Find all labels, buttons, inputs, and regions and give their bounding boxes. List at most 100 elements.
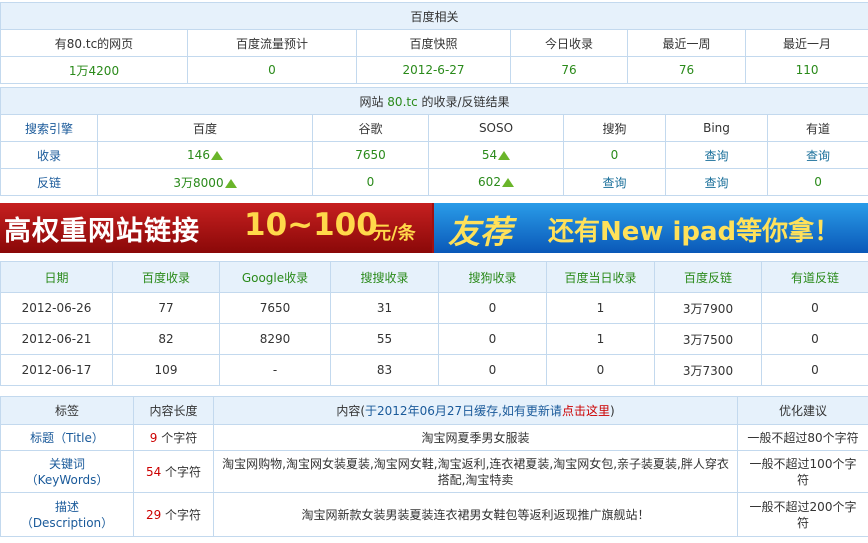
history-cell: 1 — [546, 292, 655, 324]
char-unit: 个字符 — [161, 464, 202, 479]
banner-price: 10~100 — [244, 207, 378, 243]
meta-content-title: 淘宝网夏季男女服装 — [213, 424, 738, 451]
google-index-cell: 7650 — [312, 141, 429, 169]
history-cell: 0 — [438, 292, 547, 324]
history-cell: 8290 — [219, 323, 331, 355]
table-row: 关键词（KeyWords） 54 个字符 淘宝网购物,淘宝网女装夏装,淘宝网女鞋… — [0, 450, 868, 493]
meta-length-value: 54 — [145, 464, 162, 479]
history-cell: 55 — [330, 323, 439, 355]
baidu-header: 百度流量预计 — [187, 29, 357, 57]
history-cell: 3万7300 — [654, 354, 762, 386]
baidu-value: 110 — [744, 56, 868, 84]
history-cell: 0 — [761, 354, 868, 386]
table-row: 2012-06-26 77 7650 31 0 1 3万7900 0 — [0, 292, 868, 324]
meta-header-content: 内容(于2012年06月27日缓存,如有更新请点击这里) — [213, 396, 738, 425]
meta-header-tag: 标签 — [0, 396, 134, 425]
baidu-header: 百度快照 — [356, 29, 511, 57]
history-header: 百度收录 — [112, 261, 220, 293]
baidu-index-cell: 146 — [97, 141, 313, 169]
engine-header: 百度 — [97, 114, 313, 142]
sogou-index-cell: 0 — [563, 141, 666, 169]
table-row: 标题（Title） 9 个字符 淘宝网夏季男女服装 一般不超过80个字符 — [0, 424, 868, 451]
history-header: 有道反链 — [761, 261, 868, 293]
banner-headline: 高权重网站链接 — [4, 216, 200, 247]
meta-advice-title: 一般不超过80个字符 — [737, 424, 868, 451]
char-unit: 个字符 — [161, 507, 202, 522]
arrow-up-icon — [210, 151, 223, 160]
history-cell: 2012-06-21 — [0, 323, 113, 355]
history-cell: 77 — [112, 292, 220, 324]
history-cell: 0 — [761, 323, 868, 355]
meta-tags-table: 标签 内容长度 内容(于2012年06月27日缓存,如有更新请点击这里) 优化建… — [0, 396, 868, 537]
google-backlink-cell: 0 — [312, 168, 429, 196]
history-cell: 0 — [761, 292, 868, 324]
content-header-suffix: ) — [609, 403, 615, 418]
bing-index-query-link[interactable]: 查询 — [665, 141, 768, 169]
engine-header: Bing — [665, 114, 768, 142]
baidu-header: 今日收录 — [510, 29, 628, 57]
meta-label-description: 描述（Description） — [0, 492, 134, 537]
baidu-section-title: 百度相关 — [0, 2, 868, 30]
history-cell: 31 — [330, 292, 439, 324]
meta-length-value: 29 — [145, 507, 162, 522]
index-section-title: 网站 80.tc 的收录/反链结果 — [0, 87, 868, 115]
history-cell: 83 — [330, 354, 439, 386]
engine-header: 搜索引擎 — [0, 114, 98, 142]
engine-header: SOSO — [428, 114, 564, 142]
char-unit: 个字符 — [157, 430, 198, 445]
row-label-index: 收录 — [0, 141, 98, 169]
row-label-backlink: 反链 — [0, 168, 98, 196]
baidu-header: 最近一周 — [627, 29, 746, 57]
history-cell: 3万7500 — [654, 323, 762, 355]
baidu-backlink-cell: 3万8000 — [97, 168, 313, 196]
site-domain: 80.tc — [387, 94, 418, 109]
history-cell: 2012-06-26 — [0, 292, 113, 324]
history-header: Google收录 — [219, 261, 331, 293]
banner-brand-logo: 友荐 — [448, 213, 513, 251]
ad-banner[interactable]: 高权重网站链接 10~100 元/条 友荐 还有New ipad等你拿！ — [0, 203, 868, 253]
baidu-stats-table: 百度相关 有80.tc的网页 百度流量预计 百度快照 今日收录 最近一周 最近一… — [0, 2, 868, 84]
history-cell: 0 — [438, 323, 547, 355]
meta-advice-keywords: 一般不超过100个字符 — [737, 450, 868, 493]
baidu-value: 76 — [627, 56, 746, 84]
banner-slogan: 还有New ipad等你拿！ — [548, 217, 841, 247]
meta-label-keywords: 关键词（KeyWords） — [0, 450, 134, 493]
youdao-index-query-link[interactable]: 查询 — [766, 141, 868, 169]
baidu-value: 76 — [510, 56, 628, 84]
meta-length-cell: 29 个字符 — [133, 492, 214, 537]
cache-note: 于2012年06月27日缓存,如有更新请 — [365, 403, 562, 418]
soso-backlink-value: 602 — [478, 175, 501, 189]
baidu-value: 1万4200 — [0, 56, 188, 84]
refresh-link[interactable]: 点击这里 — [562, 404, 610, 418]
arrow-up-icon — [224, 178, 237, 188]
baidu-header: 最近一月 — [744, 29, 868, 57]
history-table: 日期 百度收录 Google收录 搜搜收录 搜狗收录 百度当日收录 百度反链 有… — [0, 261, 868, 386]
meta-advice-description: 一般不超过200个字符 — [737, 492, 868, 537]
meta-label-title: 标题（Title） — [0, 424, 134, 451]
history-cell: 0 — [438, 354, 547, 386]
title-suffix: 的收录/反链结果 — [417, 94, 510, 109]
table-row: 2012-06-21 82 8290 55 0 1 3万7500 0 — [0, 323, 868, 355]
baidu-index-value: 146 — [187, 148, 210, 162]
soso-index-value: 54 — [481, 148, 498, 162]
history-header: 百度反链 — [654, 261, 762, 293]
arrow-up-icon — [498, 151, 511, 160]
history-cell: 82 — [112, 323, 220, 355]
sogou-backlink-query-link[interactable]: 查询 — [563, 168, 666, 196]
history-cell: - — [219, 354, 331, 386]
history-header: 百度当日收录 — [546, 261, 655, 293]
soso-index-cell: 54 — [428, 141, 564, 169]
baidu-value: 0 — [187, 56, 357, 84]
banner-price-unit: 元/条 — [373, 223, 416, 244]
history-header: 搜搜收录 — [330, 261, 439, 293]
bing-backlink-query-link[interactable]: 查询 — [665, 168, 768, 196]
title-prefix: 网站 — [359, 94, 388, 109]
history-cell: 7650 — [219, 292, 331, 324]
history-header: 日期 — [0, 261, 113, 293]
meta-content-description: 淘宝网新款女装男装夏装连衣裙男女鞋包等返利返现推广旗舰站！ — [213, 492, 738, 537]
history-header: 搜狗收录 — [438, 261, 547, 293]
arrow-up-icon — [501, 178, 514, 187]
engine-header: 搜狗 — [563, 114, 666, 142]
history-cell: 1 — [546, 323, 655, 355]
history-cell: 2012-06-17 — [0, 354, 113, 386]
